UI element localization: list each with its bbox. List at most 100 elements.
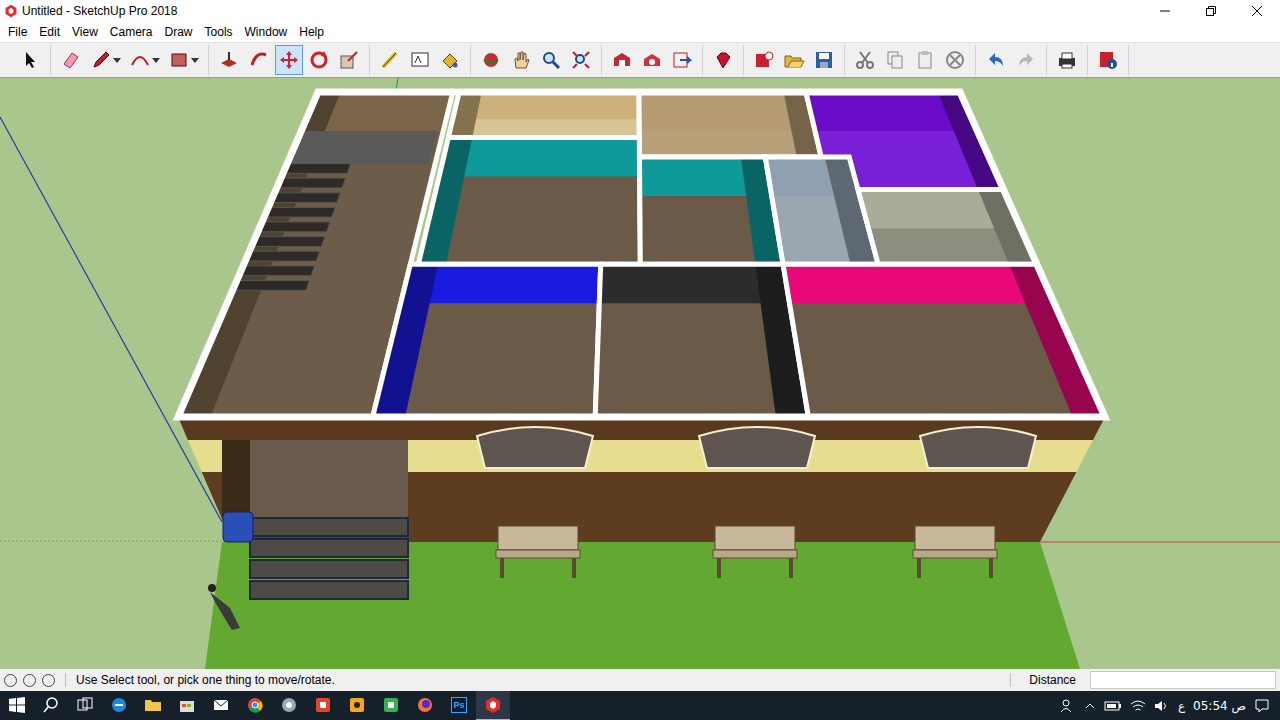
select-tool-button[interactable] <box>16 45 44 75</box>
minimize-button[interactable] <box>1142 0 1188 22</box>
menu-item[interactable]: View <box>66 23 104 41</box>
mail-taskbar-item[interactable] <box>204 691 238 720</box>
erase-tool-button[interactable] <box>941 45 969 75</box>
arched-window <box>477 427 593 468</box>
people-icon[interactable] <box>1060 698 1076 714</box>
measurement-input[interactable] <box>1090 671 1276 689</box>
viewport[interactable] <box>0 77 1280 669</box>
redapp-taskbar-item[interactable] <box>306 691 340 720</box>
chevron-up-icon[interactable] <box>1084 700 1096 712</box>
text-icon <box>409 49 431 71</box>
followme-tool-button[interactable] <box>245 45 273 75</box>
info-icon[interactable] <box>23 674 36 687</box>
taskview-taskbar-item[interactable] <box>68 691 102 720</box>
stair-step <box>233 281 310 291</box>
blue-axis <box>0 117 222 522</box>
mailbox <box>223 512 253 542</box>
store-taskbar-item[interactable] <box>170 691 204 720</box>
restore-icon <box>1206 6 1216 16</box>
menu-item[interactable]: Window <box>239 23 294 41</box>
arc-tool-button[interactable] <box>126 45 163 75</box>
share-tool-button[interactable] <box>668 45 696 75</box>
notifications-icon[interactable] <box>1254 698 1270 714</box>
warehouse-tool-button[interactable] <box>608 45 636 75</box>
scale-tool-button[interactable] <box>335 45 363 75</box>
pushpull-tool-button[interactable] <box>215 45 243 75</box>
room <box>373 264 601 417</box>
dropdown-arrow-icon[interactable] <box>191 58 199 63</box>
paste-tool-button[interactable] <box>911 45 939 75</box>
pencil-tool-button[interactable] <box>87 45 124 75</box>
battery-icon[interactable] <box>1104 700 1122 712</box>
menu-item[interactable]: Edit <box>33 23 66 41</box>
copy-icon <box>884 49 906 71</box>
pan-tool-button[interactable] <box>507 45 535 75</box>
move-tool-button[interactable] <box>275 45 303 75</box>
sky-background <box>0 78 1280 669</box>
ruby-tool-button[interactable] <box>709 45 737 75</box>
info-tool-button[interactable] <box>1094 45 1122 75</box>
dropdown-arrow-icon[interactable] <box>152 58 160 63</box>
zoomextents-icon <box>570 49 592 71</box>
rotate-tool-button[interactable] <box>305 45 333 75</box>
text-tool-button[interactable] <box>406 45 434 75</box>
save-tool-button[interactable] <box>810 45 838 75</box>
edge-taskbar-item[interactable] <box>102 691 136 720</box>
red-axis <box>1040 542 1280 543</box>
model-canvas[interactable] <box>0 78 1280 669</box>
volume-icon[interactable] <box>1154 699 1170 713</box>
room <box>639 92 821 157</box>
extensions-tool-button[interactable] <box>638 45 666 75</box>
select-icon <box>19 49 41 71</box>
eraser-icon <box>60 49 82 71</box>
wifi-icon[interactable] <box>1130 699 1146 713</box>
orangeapp-taskbar-item[interactable] <box>340 691 374 720</box>
sketchup-icon <box>484 696 502 714</box>
menu-item[interactable]: Tools <box>199 23 239 41</box>
followme-icon <box>248 49 270 71</box>
eraser-tool-button[interactable] <box>57 45 85 75</box>
print-tool-button[interactable] <box>1053 45 1081 75</box>
rectangle-tool-button[interactable] <box>165 45 202 75</box>
sketchup-taskbar-item[interactable] <box>476 691 510 720</box>
close-button[interactable] <box>1234 0 1280 22</box>
addlocation-tool-button[interactable] <box>750 45 778 75</box>
bench <box>496 526 580 578</box>
zoom-tool-button[interactable] <box>537 45 565 75</box>
photoshop-taskbar-item[interactable]: Ps <box>442 691 476 720</box>
paint-tool-button[interactable] <box>436 45 464 75</box>
firefox-taskbar-item[interactable] <box>408 691 442 720</box>
geolocation-icon[interactable] <box>4 674 17 687</box>
app-taskbar-item[interactable] <box>272 691 306 720</box>
orbit-tool-button[interactable] <box>477 45 505 75</box>
menu-item[interactable]: Camera <box>104 23 159 41</box>
user-icon[interactable] <box>42 674 55 687</box>
menu-item[interactable]: Draw <box>159 23 199 41</box>
restore-button[interactable] <box>1188 0 1234 22</box>
clock[interactable]: 05:54 ص <box>1193 699 1246 713</box>
zoomextents-tool-button[interactable] <box>567 45 595 75</box>
cut-tool-button[interactable] <box>851 45 879 75</box>
input-language[interactable]: ع <box>1178 699 1185 713</box>
system-tray: ع 05:54 ص <box>1060 691 1280 720</box>
stair-step <box>270 193 340 203</box>
tool-group <box>376 45 471 75</box>
undo-tool-button[interactable] <box>982 45 1010 75</box>
start-taskbar-item[interactable] <box>0 691 34 720</box>
menu-item[interactable]: File <box>2 23 33 41</box>
save-icon <box>813 49 835 71</box>
open-tool-button[interactable] <box>780 45 808 75</box>
taskbar: Ps ع 05:54 ص <box>0 691 1280 720</box>
title-bar: Untitled - SketchUp Pro 2018 <box>0 0 1280 22</box>
redo-tool-button[interactable] <box>1012 45 1040 75</box>
search-taskbar-item[interactable] <box>34 691 68 720</box>
stair-step <box>277 178 346 188</box>
dropdown-arrow-icon[interactable] <box>113 58 121 63</box>
move-icon <box>278 49 300 71</box>
copy-tool-button[interactable] <box>881 45 909 75</box>
chrome-taskbar-item[interactable] <box>238 691 272 720</box>
tape-tool-button[interactable] <box>376 45 404 75</box>
camtasia-taskbar-item[interactable] <box>374 691 408 720</box>
explorer-taskbar-item[interactable] <box>136 691 170 720</box>
menu-item[interactable]: Help <box>293 23 330 41</box>
